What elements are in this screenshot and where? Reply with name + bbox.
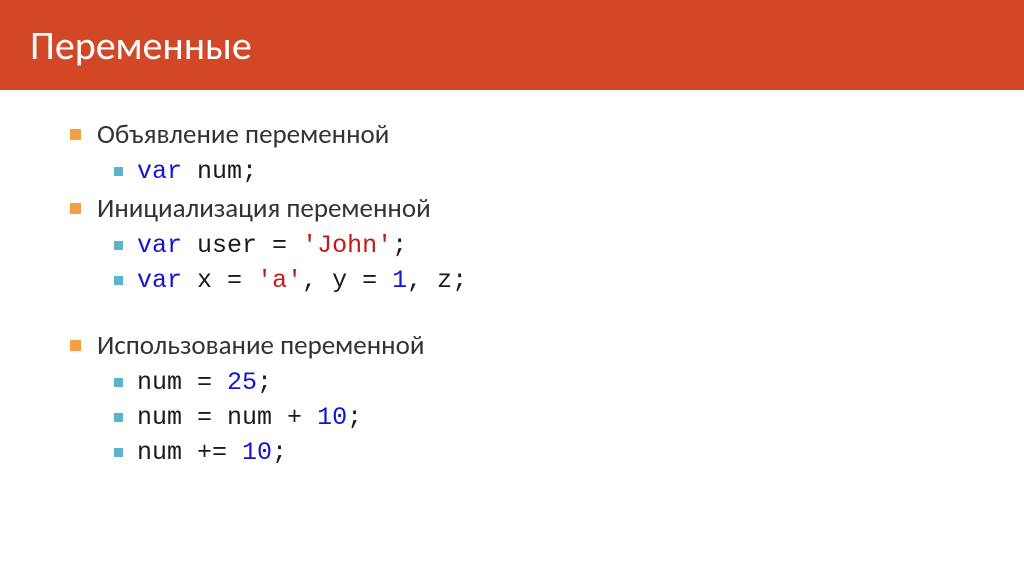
code-block: num = 25; num = num + 10; num += 10; [114, 368, 974, 467]
section-heading: Использование переменной [97, 329, 424, 362]
slide-content: Объявление переменной var num; Инициализ… [0, 90, 1024, 467]
slide-title: Переменные [30, 21, 252, 70]
code-line: num = num + 10; [137, 403, 362, 432]
code-line: var x = 'a', y = 1, z; [137, 266, 467, 295]
bullet-teal-icon [114, 276, 123, 285]
bullet-teal-icon [114, 413, 123, 422]
code-block: var num; [114, 157, 974, 186]
list-item: num += 10; [114, 438, 974, 467]
section-usage: Использование переменной num = 25; num =… [70, 329, 974, 467]
list-item: Инициализация переменной [70, 192, 974, 225]
list-item: var num; [114, 157, 974, 186]
list-item: var x = 'a', y = 1, z; [114, 266, 974, 295]
bullet-orange-icon [70, 340, 81, 351]
bullet-teal-icon [114, 378, 123, 387]
list-item: num = 25; [114, 368, 974, 397]
code-line: num = 25; [137, 368, 272, 397]
list-item: Использование переменной [70, 329, 974, 362]
section-heading: Объявление переменной [97, 118, 389, 151]
code-line: var user = 'John'; [137, 231, 407, 260]
code-line: var num; [137, 157, 257, 186]
list-item: Объявление переменной [70, 118, 974, 151]
spacer [70, 301, 974, 329]
code-block: var user = 'John'; var x = 'a', y = 1, z… [114, 231, 974, 295]
bullet-teal-icon [114, 167, 123, 176]
code-line: num += 10; [137, 438, 287, 467]
section-heading: Инициализация переменной [97, 192, 431, 225]
list-item: var user = 'John'; [114, 231, 974, 260]
bullet-teal-icon [114, 448, 123, 457]
bullet-orange-icon [70, 203, 81, 214]
slide-header: Переменные [0, 0, 1024, 90]
list-item: num = num + 10; [114, 403, 974, 432]
bullet-teal-icon [114, 241, 123, 250]
section-initialization: Инициализация переменной var user = 'Joh… [70, 192, 974, 295]
bullet-orange-icon [70, 129, 81, 140]
section-declaration: Объявление переменной var num; [70, 118, 974, 186]
